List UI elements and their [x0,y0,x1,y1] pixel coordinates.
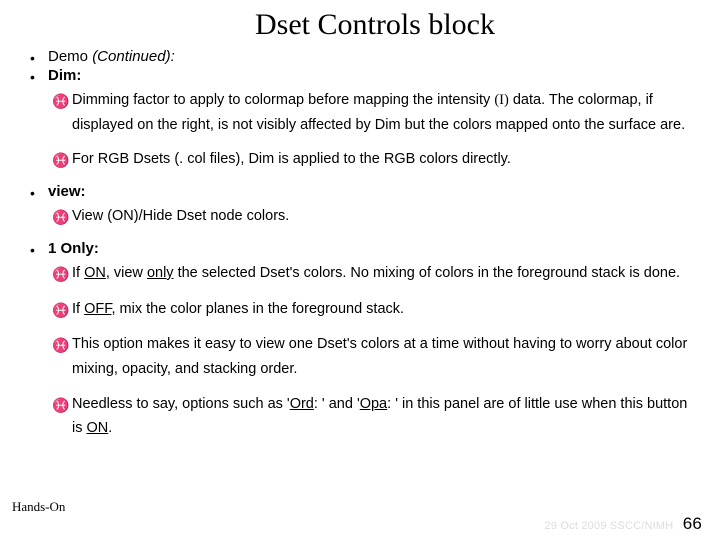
pisces-icon: ♓ [52,261,72,287]
sub-item: ♓ For RGB Dsets (. col files), Dim is ap… [52,147,700,173]
bullet-icon: • [30,240,48,257]
pisces-icon: ♓ [52,332,72,358]
page-number: 66 [683,514,702,533]
sublist-one-only: ♓ If ON, view only the selected Dset's c… [52,261,700,441]
sub-item: ♓ View (ON)/Hide Dset node colors. [52,204,700,230]
pisces-icon: ♓ [52,88,72,114]
sub-item: ♓ Dimming factor to apply to colormap be… [52,88,700,137]
pisces-icon: ♓ [52,147,72,173]
bullet-icon: • [30,48,48,65]
bullet-label: Dim: [48,67,81,84]
bullet-label: view: [48,183,86,200]
sub-item: ♓ If ON, view only the selected Dset's c… [52,261,700,287]
bullet-demo: • Demo (Continued): [30,48,700,65]
pisces-icon: ♓ [52,297,72,323]
bullet-icon: • [30,183,48,200]
footer-date: 29 Oct 2009 SSCC/NIMH [545,520,674,532]
bullet-one-only: • 1 Only: [30,240,700,257]
footer-left: Hands-On [12,499,65,515]
bullet-icon: • [30,67,48,84]
slide: Dset Controls block • Demo (Continued): … [0,0,720,540]
slide-title: Dset Controls block [200,8,550,42]
sub-item: ♓ Needless to say, options such as 'Ord:… [52,392,700,441]
sublist-dim: ♓ Dimming factor to apply to colormap be… [52,88,700,173]
sublist-view: ♓ View (ON)/Hide Dset node colors. [52,204,700,230]
bullet-label: Demo (Continued): [48,48,700,65]
sub-item: ♓ This option makes it easy to view one … [52,332,700,381]
bullet-dim: • Dim: [30,67,700,84]
bullet-label: 1 Only: [48,240,99,257]
bullet-view: • view: [30,183,700,200]
pisces-icon: ♓ [52,204,72,230]
sub-item: ♓ If OFF, mix the color planes in the fo… [52,297,700,323]
pisces-icon: ♓ [52,392,72,418]
footer-right: 29 Oct 2009 SSCC/NIMH 66 [545,514,703,534]
